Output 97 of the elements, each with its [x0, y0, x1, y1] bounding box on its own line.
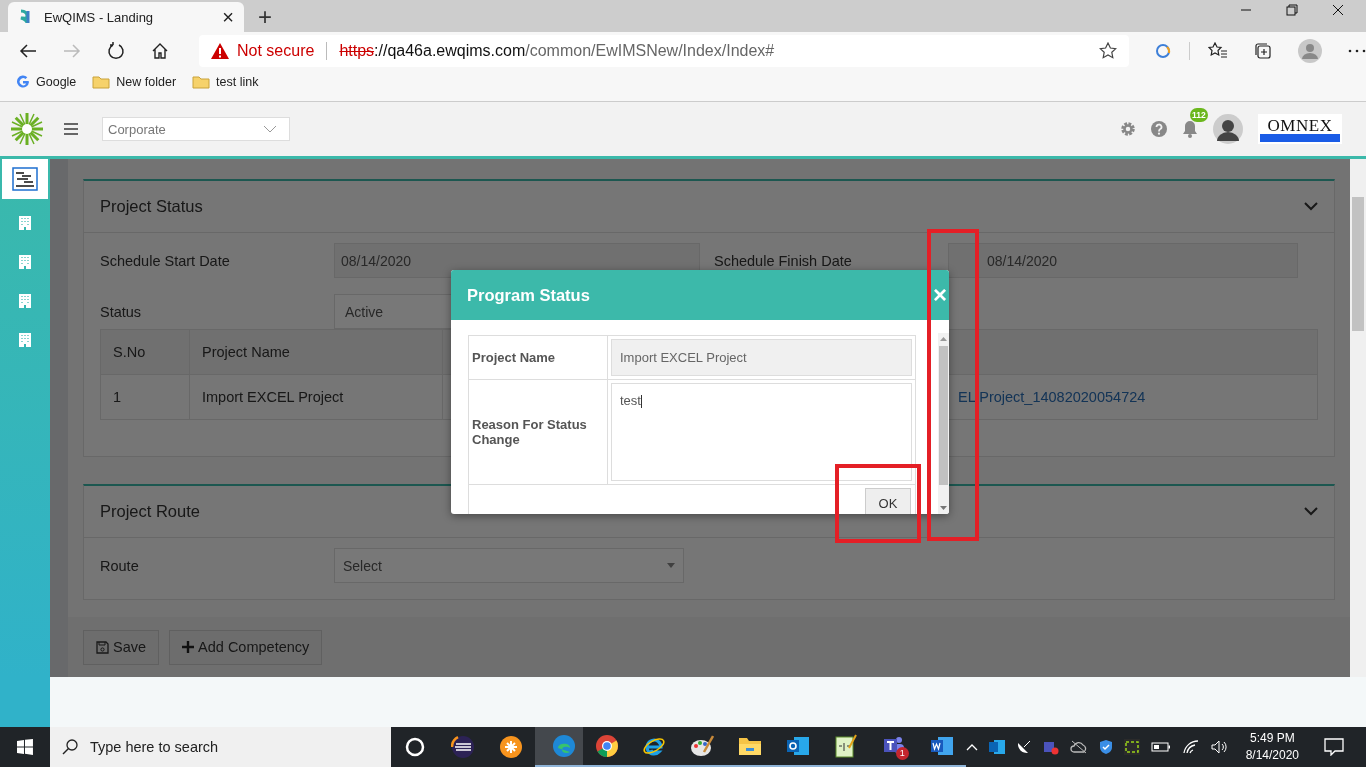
help-icon[interactable]: [1151, 121, 1167, 137]
building-icon: [19, 254, 31, 269]
company-select[interactable]: Corporate: [102, 117, 290, 141]
team-app-icon[interactable]: [1042, 739, 1059, 755]
notification-icon[interactable]: [1324, 738, 1344, 756]
dialog-title: Program Status: [467, 285, 590, 305]
cloud-icon[interactable]: [1069, 740, 1088, 754]
bookmark-link[interactable]: Google: [16, 75, 77, 89]
url-text: https://qa46a.ewqims.com/common/EwIMSNew/Index/Index#: [339, 42, 775, 60]
bookmark-link[interactable]: test link: [192, 75, 259, 89]
field-label: Route: [100, 557, 140, 574]
taskbar-app[interactable]: [534, 727, 583, 767]
company-logo: OMNEX: [1258, 114, 1342, 144]
reason-text-area[interactable]: test: [611, 383, 912, 481]
profile-avatar-icon[interactable]: [1298, 39, 1322, 63]
battery-icon[interactable]: [1150, 742, 1171, 752]
browser-tab[interactable]: EwQIMS - Landing ×: [8, 2, 244, 32]
shield-icon[interactable]: [1098, 739, 1113, 755]
panel-title: Project Route: [100, 502, 200, 521]
document-app-icon: [929, 735, 954, 757]
save-button[interactable]: Save: [83, 629, 160, 665]
chevron-up-icon[interactable]: [965, 743, 978, 751]
ok-button[interactable]: OK: [865, 488, 911, 514]
menu-icon[interactable]: [64, 123, 78, 135]
clock-time[interactable]: 5:49 PM: [1249, 730, 1295, 747]
back-arrow-icon[interactable]: [19, 43, 37, 59]
clock-date[interactable]: 8/14/2020: [1245, 747, 1299, 764]
close-icon[interactable]: [1332, 4, 1344, 16]
tab-title: EwQIMS - Landing: [44, 9, 155, 25]
notepad-icon: [834, 734, 857, 758]
bookmark-link[interactable]: New folder: [92, 75, 177, 89]
starburst-logo-icon[interactable]: [10, 112, 44, 146]
project-name-field: Import EXCEL Project: [611, 339, 912, 376]
windows-start-icon[interactable]: [17, 739, 33, 755]
more-icon[interactable]: [1348, 49, 1366, 53]
app-badge: 1: [895, 747, 909, 760]
building-icon: [19, 293, 31, 308]
field-label: Status: [100, 303, 143, 320]
circle-icon: [405, 737, 426, 757]
plus-icon: [182, 641, 195, 653]
extension-icon[interactable]: [1155, 43, 1171, 59]
star-icon[interactable]: [1099, 42, 1117, 60]
striped-globe-icon: [450, 735, 475, 759]
flower-icon: [498, 735, 523, 759]
table-cell: Import EXCEL Project: [189, 374, 443, 420]
round-browser-icon: [594, 734, 619, 758]
sidebar-strip: [0, 677, 50, 727]
wifi-icon[interactable]: [1181, 740, 1200, 754]
folder-icon: [92, 75, 111, 89]
taskbar-app[interactable]: 1: [869, 727, 918, 767]
chevron-down-icon[interactable]: [1304, 507, 1318, 516]
warning-icon: [211, 43, 229, 59]
favorites-icon[interactable]: [1208, 42, 1228, 60]
refresh-icon[interactable]: [107, 42, 125, 60]
wave-browser-icon: [551, 734, 576, 758]
scrollbar[interactable]: [1350, 159, 1366, 677]
new-tab-button[interactable]: +: [258, 5, 272, 29]
speaker-icon[interactable]: [1210, 740, 1229, 754]
chevron-down-icon[interactable]: [1304, 202, 1318, 211]
dialog-scrollbar[interactable]: [938, 333, 949, 514]
close-tab-button[interactable]: ×: [222, 7, 234, 27]
bell-icon[interactable]: [1182, 120, 1198, 138]
palette-icon: [690, 734, 715, 758]
field-label: Project Name: [472, 350, 556, 365]
floppy-icon: [96, 640, 109, 654]
taskbar-search-field[interactable]: Type here to search: [49, 727, 392, 767]
table-cell: 1: [100, 374, 190, 420]
dashed-square-icon[interactable]: [1123, 739, 1140, 755]
caret-icon: [667, 563, 675, 568]
address-bar[interactable]: Not secure https://qa46a.ewqims.com/common/EwIMSNew/Index/Index#: [199, 35, 1129, 67]
list-chart-icon: [12, 167, 38, 191]
g-letter-icon: [16, 75, 30, 89]
field-label: Schedule Finish Date: [713, 252, 853, 269]
column-header: S.No: [100, 329, 190, 375]
security-warning[interactable]: Not secure: [237, 42, 315, 60]
chevron-down-icon: [263, 125, 277, 133]
building-icon: [19, 332, 31, 347]
collections-icon[interactable]: [1254, 42, 1272, 60]
settings-icon[interactable]: [1120, 121, 1136, 137]
mail-app-icon: [786, 735, 811, 757]
restore-icon[interactable]: [1286, 4, 1298, 16]
satellite-dish-icon[interactable]: [1015, 739, 1032, 755]
panel-title: Project Status: [100, 197, 203, 216]
field-label: Schedule Start Date: [100, 252, 231, 269]
building-icon: [19, 215, 31, 230]
user-avatar-icon[interactable]: [1213, 114, 1243, 144]
folder-icon: [738, 736, 763, 756]
field-label: Reason For Status Change: [472, 417, 587, 447]
sidebar-item[interactable]: [2, 159, 48, 199]
scroll-down-icon[interactable]: [940, 506, 947, 510]
add-button[interactable]: Add Competency: [169, 629, 323, 665]
notification-count-badge: 112: [1190, 108, 1208, 122]
home-icon[interactable]: [151, 42, 169, 60]
search-icon: [61, 739, 78, 755]
folder-icon: [192, 75, 211, 89]
column-header: Project Name: [189, 329, 443, 375]
mail-app-icon[interactable]: [988, 739, 1005, 755]
